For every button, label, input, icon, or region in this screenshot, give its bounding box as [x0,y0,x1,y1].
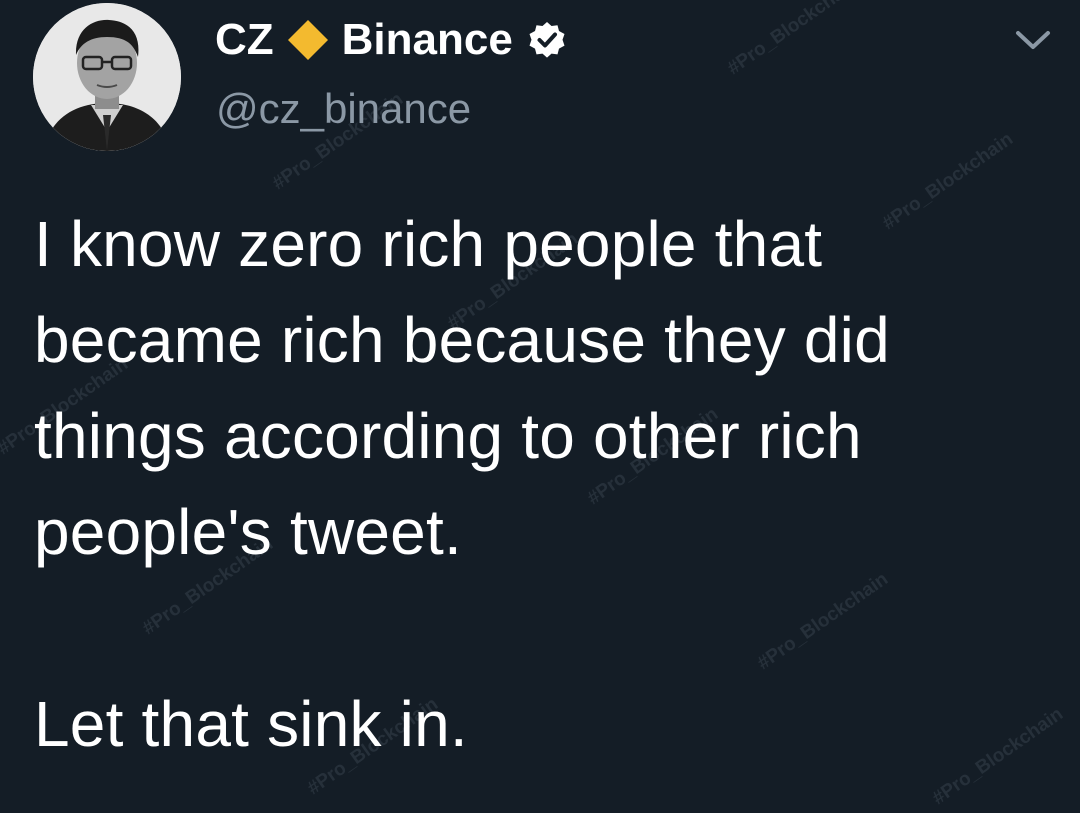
tweet-text-line: people's tweet. [34,496,462,568]
tweet-body: I know zero rich people that became rich… [34,196,1064,772]
watermark: #Pro_Blockchain [723,0,863,80]
user-org-name: Binance [341,15,513,64]
user-handle[interactable]: @cz_binance [216,88,471,130]
display-name[interactable]: CZ Binance [215,12,567,68]
verified-badge-icon [529,22,565,58]
tweet-text-line: I know zero rich people that [34,208,823,280]
avatar-portrait-icon [33,3,181,151]
tweet-text-line: things according to other rich [34,400,862,472]
tweet-screen: #Pro_Blockchain #Pro_Blockchain #Pro_Blo… [0,0,1080,813]
user-name: CZ [215,15,274,64]
tweet-text-line: became rich because they did [34,304,890,376]
chevron-down-icon[interactable] [1012,25,1054,55]
avatar[interactable] [33,3,181,151]
tweet-text-closing: Let that sink in. [34,688,468,760]
diamond-icon [287,20,328,60]
